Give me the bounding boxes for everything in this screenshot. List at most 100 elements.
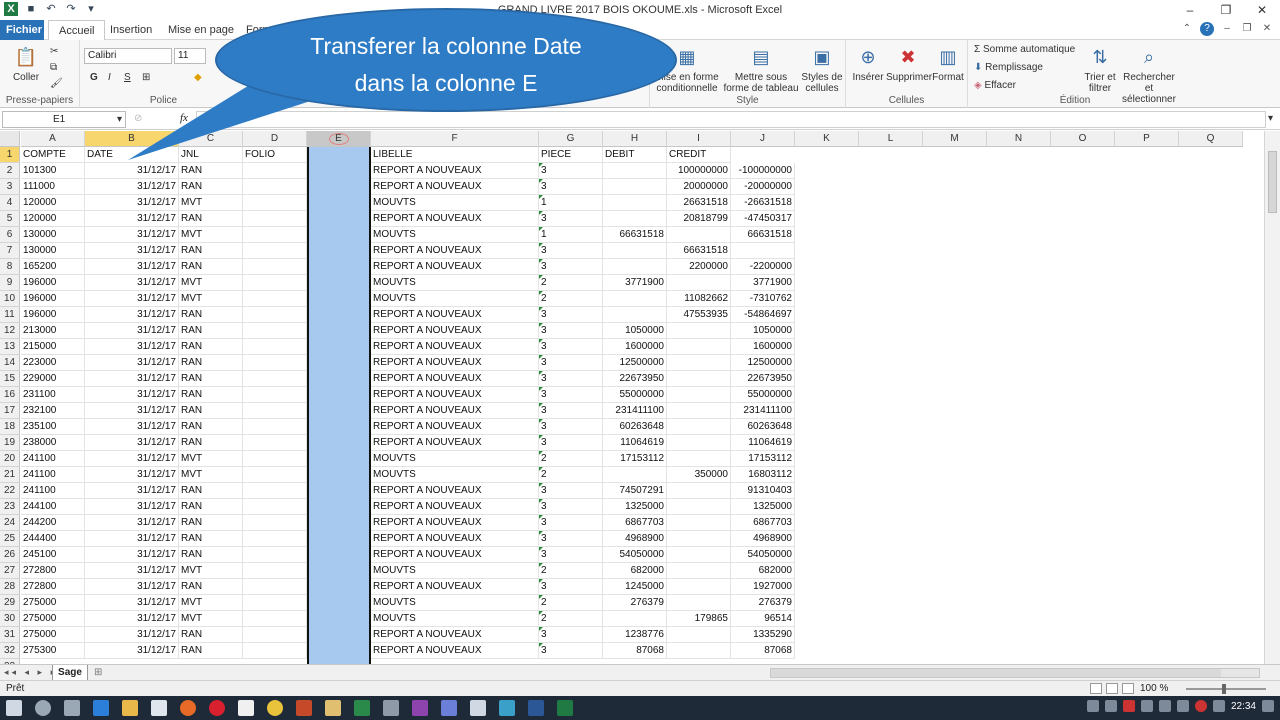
cell-i16[interactable] <box>667 387 731 403</box>
zoom-slider[interactable] <box>1186 684 1266 694</box>
cell-d3[interactable] <box>243 179 307 195</box>
cell-i28[interactable] <box>667 579 731 595</box>
cell-j28[interactable]: 1927000 <box>731 579 795 595</box>
cell-f28[interactable]: REPORT A NOUVEAUX <box>371 579 539 595</box>
close-icon[interactable]: ✕ <box>1244 0 1280 20</box>
cell-g13[interactable]: 3 <box>539 339 603 355</box>
cell-g32[interactable]: 3 <box>539 643 603 659</box>
cell-i22[interactable] <box>667 483 731 499</box>
cell-a19[interactable]: 238000 <box>21 435 85 451</box>
cell-b26[interactable]: 31/12/17 <box>85 547 179 563</box>
cell-d22[interactable] <box>243 483 307 499</box>
cell-d26[interactable] <box>243 547 307 563</box>
workbook-restore-icon[interactable]: ❐ <box>1240 22 1254 36</box>
cell-f27[interactable]: MOUVTS <box>371 563 539 579</box>
cell-b13[interactable]: 31/12/17 <box>85 339 179 355</box>
cell-f17[interactable]: REPORT A NOUVEAUX <box>371 403 539 419</box>
cell-c17[interactable]: RAN <box>179 403 243 419</box>
cell-g9[interactable]: 2 <box>539 275 603 291</box>
cell-f9[interactable]: MOUVTS <box>371 275 539 291</box>
cell-h30[interactable] <box>603 611 667 627</box>
row-header-8[interactable]: 8 <box>0 259 20 275</box>
cell-d30[interactable] <box>243 611 307 627</box>
cell-a13[interactable]: 215000 <box>21 339 85 355</box>
cell-i29[interactable] <box>667 595 731 611</box>
cell-d24[interactable] <box>243 515 307 531</box>
tray-network-icon[interactable] <box>1176 700 1189 712</box>
cell-a14[interactable]: 223000 <box>21 355 85 371</box>
document-icon[interactable] <box>238 700 254 716</box>
row-header-15[interactable]: 15 <box>0 371 20 387</box>
cell-b29[interactable]: 31/12/17 <box>85 595 179 611</box>
cell-c26[interactable]: RAN <box>179 547 243 563</box>
search-icon[interactable] <box>35 700 51 716</box>
cell-a7[interactable]: 130000 <box>21 243 85 259</box>
column-header-h[interactable]: H <box>603 131 667 147</box>
cell-i13[interactable] <box>667 339 731 355</box>
cell-b31[interactable]: 31/12/17 <box>85 627 179 643</box>
cell-a27[interactable]: 272800 <box>21 563 85 579</box>
cell-b24[interactable]: 31/12/17 <box>85 515 179 531</box>
cell-b10[interactable]: 31/12/17 <box>85 291 179 307</box>
cell-d10[interactable] <box>243 291 307 307</box>
cell-d19[interactable] <box>243 435 307 451</box>
cell-i8[interactable]: 2200000 <box>667 259 731 275</box>
cell-d7[interactable] <box>243 243 307 259</box>
page-break-view-icon[interactable] <box>1122 683 1134 694</box>
cell-i7[interactable]: 66631518 <box>667 243 731 259</box>
cell-d18[interactable] <box>243 419 307 435</box>
cell-c30[interactable]: MVT <box>179 611 243 627</box>
cell-f18[interactable]: REPORT A NOUVEAUX <box>371 419 539 435</box>
cell-b14[interactable]: 31/12/17 <box>85 355 179 371</box>
chrome-icon[interactable] <box>267 700 283 716</box>
cell-j14[interactable]: 12500000 <box>731 355 795 371</box>
clear-button[interactable]: ◈ Effacer <box>974 80 1016 91</box>
cell-i12[interactable] <box>667 323 731 339</box>
insert-cells-button[interactable]: ⊕ Insérer <box>850 44 886 83</box>
start-icon[interactable] <box>6 700 22 716</box>
minimize-icon[interactable]: – <box>1172 0 1208 20</box>
cell-g27[interactable]: 2 <box>539 563 603 579</box>
cell-j30[interactable]: 96514 <box>731 611 795 627</box>
cell-d9[interactable] <box>243 275 307 291</box>
cell-j24[interactable]: 6867703 <box>731 515 795 531</box>
cell-f20[interactable]: MOUVTS <box>371 451 539 467</box>
cell-f14[interactable]: REPORT A NOUVEAUX <box>371 355 539 371</box>
cell-f31[interactable]: REPORT A NOUVEAUX <box>371 627 539 643</box>
store-icon[interactable] <box>151 700 167 716</box>
cell-f16[interactable]: REPORT A NOUVEAUX <box>371 387 539 403</box>
cell-f15[interactable]: REPORT A NOUVEAUX <box>371 371 539 387</box>
cell-g16[interactable]: 3 <box>539 387 603 403</box>
cell-d28[interactable] <box>243 579 307 595</box>
row-header-4[interactable]: 4 <box>0 195 20 211</box>
cell-i26[interactable] <box>667 547 731 563</box>
workbook-minimize-icon[interactable]: – <box>1220 22 1234 36</box>
cell-g7[interactable]: 3 <box>539 243 603 259</box>
cell-a31[interactable]: 275000 <box>21 627 85 643</box>
cell-c19[interactable]: RAN <box>179 435 243 451</box>
cell-j20[interactable]: 17153112 <box>731 451 795 467</box>
row-header-28[interactable]: 28 <box>0 579 20 595</box>
cell-d5[interactable] <box>243 211 307 227</box>
cell-c6[interactable]: MVT <box>179 227 243 243</box>
row-header-13[interactable]: 13 <box>0 339 20 355</box>
column-header-i[interactable]: I <box>667 131 731 147</box>
cell-a8[interactable]: 165200 <box>21 259 85 275</box>
cell-a6[interactable]: 130000 <box>21 227 85 243</box>
cell-f29[interactable]: MOUVTS <box>371 595 539 611</box>
cell-b23[interactable]: 31/12/17 <box>85 499 179 515</box>
cell-h11[interactable] <box>603 307 667 323</box>
cell-h10[interactable] <box>603 291 667 307</box>
cell-c5[interactable]: RAN <box>179 211 243 227</box>
cell-f19[interactable]: REPORT A NOUVEAUX <box>371 435 539 451</box>
cell-g15[interactable]: 3 <box>539 371 603 387</box>
cell-c23[interactable]: RAN <box>179 499 243 515</box>
cell-f26[interactable]: REPORT A NOUVEAUX <box>371 547 539 563</box>
cell-g31[interactable]: 3 <box>539 627 603 643</box>
cell-i19[interactable] <box>667 435 731 451</box>
cell-d8[interactable] <box>243 259 307 275</box>
cell-h6[interactable]: 66631518 <box>603 227 667 243</box>
cell-f8[interactable]: REPORT A NOUVEAUX <box>371 259 539 275</box>
cell-b20[interactable]: 31/12/17 <box>85 451 179 467</box>
task-view-icon[interactable] <box>64 700 80 716</box>
